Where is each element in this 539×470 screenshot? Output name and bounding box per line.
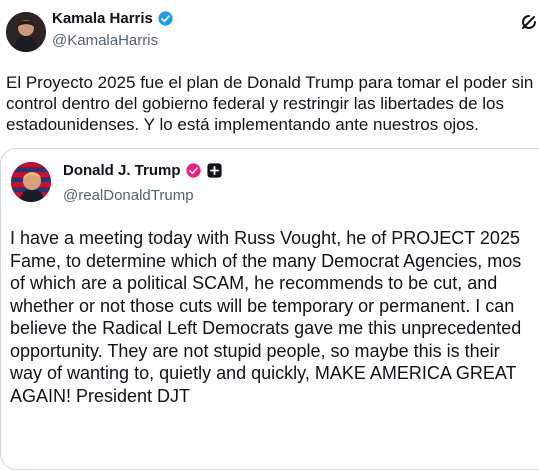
avatar[interactable] bbox=[6, 12, 46, 52]
quoted-author-name-row: Donald J. Trump bbox=[63, 162, 223, 179]
post-header: Kamala Harris @KamalaHarris bbox=[0, 0, 539, 60]
quoted-avatar[interactable] bbox=[11, 162, 51, 202]
verified-badge-icon bbox=[185, 163, 201, 178]
quoted-post[interactable]: Donald J. Trump @realDonaldTrump I have … bbox=[0, 148, 539, 470]
grok-icon[interactable] bbox=[519, 12, 539, 32]
author-name[interactable]: Kamala Harris bbox=[52, 10, 153, 27]
affiliate-badge-icon[interactable] bbox=[206, 162, 223, 179]
quoted-author-name[interactable]: Donald J. Trump bbox=[63, 162, 181, 179]
author-name-row: Kamala Harris bbox=[52, 10, 174, 27]
post-text: El Proyecto 2025 fue el plan de Donald T… bbox=[6, 73, 534, 134]
verified-badge-icon bbox=[158, 11, 173, 26]
author-handle[interactable]: @KamalaHarris bbox=[52, 32, 158, 49]
quoted-author-handle[interactable]: @realDonaldTrump bbox=[63, 187, 194, 204]
quoted-post-text: I have a meeting today with Russ Vought,… bbox=[10, 228, 522, 406]
